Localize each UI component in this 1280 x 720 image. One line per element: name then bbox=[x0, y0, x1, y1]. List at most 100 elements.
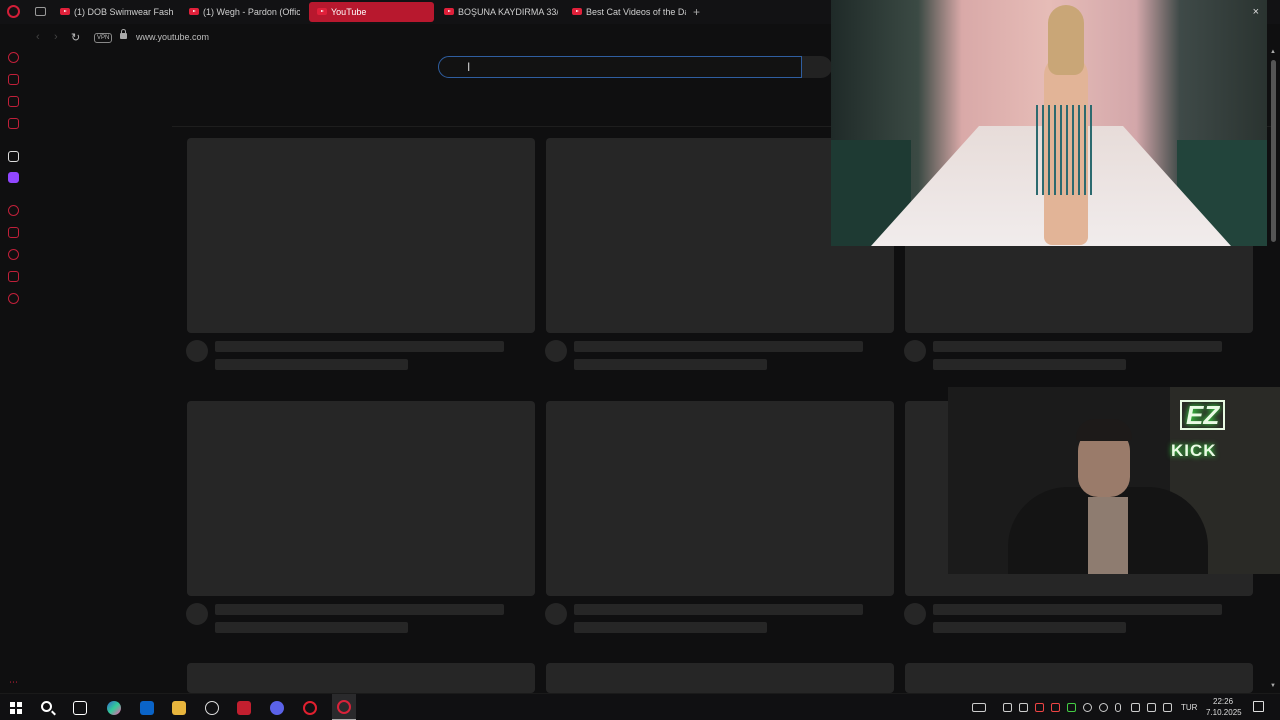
video-meta-placeholder bbox=[933, 622, 1126, 633]
tab-best-cat-videos[interactable]: Best Cat Videos of the Da bbox=[570, 2, 686, 22]
youtube-favicon-icon bbox=[317, 8, 327, 15]
video-thumbnail-placeholder bbox=[187, 138, 535, 333]
tab-label: Best Cat Videos of the Da bbox=[586, 7, 686, 17]
volume-icon[interactable] bbox=[1163, 703, 1172, 712]
scrollbar-thumb[interactable] bbox=[1271, 60, 1276, 242]
opera-gx-icon bbox=[337, 700, 351, 714]
tab-dob-swimwear[interactable]: (1) DOB Swimwear Fashio bbox=[58, 2, 173, 22]
red-tray-icon[interactable] bbox=[1035, 703, 1044, 712]
video-thumbnail-placeholder bbox=[187, 663, 535, 693]
sidebar-more-icon[interactable]: ⋯ bbox=[9, 677, 18, 688]
video-thumbnail-placeholder bbox=[546, 663, 894, 693]
discord-tray-icon[interactable] bbox=[1019, 703, 1028, 712]
scroll-up-icon[interactable]: ▲ bbox=[1270, 49, 1276, 55]
ez-neon-logo: EZ bbox=[1180, 400, 1226, 430]
video-title-placeholder bbox=[933, 604, 1222, 615]
scroll-down-icon[interactable]: ▼ bbox=[1270, 683, 1276, 689]
sidebar-music-icon[interactable] bbox=[8, 118, 19, 129]
runway-model-figure bbox=[1026, 5, 1106, 245]
sidebar-settings-icon[interactable] bbox=[8, 293, 19, 304]
network-icon[interactable] bbox=[1147, 703, 1156, 712]
youtube-search-button[interactable] bbox=[802, 56, 832, 78]
sidebar-messenger-icon[interactable] bbox=[8, 96, 19, 107]
clock-date[interactable]: 7.10.2025 bbox=[1206, 708, 1242, 717]
tray-app-icon[interactable] bbox=[1131, 703, 1140, 712]
tab-label: (1) DOB Swimwear Fashio bbox=[74, 7, 173, 17]
nvidia-tray-icon[interactable] bbox=[1067, 703, 1076, 712]
desktop-screen: (1) DOB Swimwear Fashio (1) Wegh - Pardo… bbox=[0, 0, 1280, 720]
streamer-webcam bbox=[948, 387, 1280, 574]
browser-sidebar: ⋯ bbox=[0, 44, 28, 694]
video-meta-placeholder bbox=[933, 359, 1126, 370]
tab-overview-icon[interactable] bbox=[35, 7, 46, 16]
opera-logo-icon[interactable] bbox=[7, 5, 20, 18]
task-view-icon[interactable] bbox=[73, 701, 87, 715]
new-tab-button[interactable]: + bbox=[693, 5, 700, 19]
channel-avatar-placeholder bbox=[186, 603, 208, 625]
sidebar-twitch-icon[interactable] bbox=[8, 172, 19, 183]
opera-taskbar-icon[interactable] bbox=[303, 701, 317, 715]
tab-bosuna-kaydirma[interactable]: BOŞUNA KAYDIRMA 33/1 bbox=[442, 2, 558, 22]
tab-wegh-pardon[interactable]: (1) Wegh - Pardon (Officia bbox=[187, 2, 300, 22]
channel-avatar-placeholder bbox=[186, 340, 208, 362]
youtube-favicon-icon bbox=[60, 8, 70, 15]
sidebar-history-icon[interactable] bbox=[8, 249, 19, 260]
tab-label: BOŞUNA KAYDIRMA 33/1 bbox=[458, 7, 558, 17]
lock-icon[interactable] bbox=[120, 29, 127, 39]
webcam-person-hair bbox=[1076, 419, 1132, 441]
streaming-app-icon[interactable] bbox=[237, 701, 251, 715]
sidebar-player-icon[interactable] bbox=[8, 205, 19, 216]
opera-tray-icon[interactable] bbox=[1051, 703, 1060, 712]
language-indicator[interactable]: TUR bbox=[1181, 703, 1197, 712]
channel-avatar-placeholder bbox=[904, 340, 926, 362]
video-title-placeholder bbox=[215, 341, 504, 352]
sidebar-workspace-icon[interactable] bbox=[8, 74, 19, 85]
file-explorer-icon[interactable] bbox=[172, 701, 186, 715]
video-title-placeholder bbox=[574, 604, 863, 615]
video-meta-placeholder bbox=[215, 359, 408, 370]
kick-neon-logo: KICK bbox=[1171, 441, 1217, 460]
steam-tray-icon[interactable] bbox=[1003, 703, 1012, 712]
youtube-search-input[interactable]: I bbox=[438, 56, 802, 78]
tab-label: (1) Wegh - Pardon (Officia bbox=[203, 7, 300, 17]
url-field[interactable]: www.youtube.com bbox=[136, 32, 209, 42]
sidebar-aria-icon[interactable] bbox=[8, 52, 19, 63]
vpn-badge[interactable]: VPN bbox=[94, 33, 113, 43]
opera-gx-active-app[interactable] bbox=[332, 694, 356, 720]
microphone-icon[interactable] bbox=[1115, 703, 1121, 712]
taskbar-search-icon[interactable] bbox=[41, 701, 52, 712]
discord-icon[interactable] bbox=[270, 701, 284, 715]
video-meta-placeholder bbox=[215, 622, 408, 633]
sidebar-app-icon[interactable] bbox=[8, 151, 19, 162]
channel-avatar-placeholder bbox=[904, 603, 926, 625]
tab-label: YouTube bbox=[331, 7, 367, 17]
notifications-icon[interactable] bbox=[1253, 701, 1264, 712]
chrome-tray-icon[interactable] bbox=[1099, 703, 1108, 712]
app-round-icon[interactable] bbox=[205, 701, 219, 715]
keyboard-tray-icon[interactable] bbox=[972, 703, 986, 712]
channel-avatar-placeholder bbox=[545, 340, 567, 362]
address-bar: ‹ › ↻ VPN www.youtube.com bbox=[28, 28, 828, 48]
sidebar-bookmarks-icon[interactable] bbox=[8, 227, 19, 238]
model-fringe-skirt bbox=[1036, 105, 1096, 195]
webcam-person-shirt bbox=[1088, 497, 1128, 574]
outlook-icon[interactable] bbox=[140, 701, 154, 715]
clock-time[interactable]: 22:26 bbox=[1213, 697, 1233, 706]
youtube-favicon-icon bbox=[189, 8, 199, 15]
video-meta-placeholder bbox=[574, 622, 767, 633]
video-title-placeholder bbox=[215, 604, 504, 615]
pip-close-icon[interactable]: × bbox=[1253, 6, 1259, 18]
picture-in-picture-video[interactable]: × bbox=[831, 0, 1267, 246]
reload-icon[interactable]: ↻ bbox=[71, 31, 80, 44]
video-title-placeholder bbox=[574, 341, 863, 352]
text-cursor-icon: I bbox=[467, 60, 471, 74]
back-icon[interactable]: ‹ bbox=[36, 31, 40, 43]
forward-icon[interactable]: › bbox=[54, 31, 58, 43]
sidebar-extensions-icon[interactable] bbox=[8, 271, 19, 282]
video-thumbnail-placeholder bbox=[546, 401, 894, 596]
tab-youtube[interactable]: YouTube bbox=[309, 2, 434, 22]
network-globe-icon[interactable] bbox=[1083, 703, 1092, 712]
copilot-icon[interactable] bbox=[107, 701, 121, 715]
video-meta-placeholder bbox=[574, 359, 767, 370]
windows-start-icon[interactable] bbox=[10, 702, 22, 714]
